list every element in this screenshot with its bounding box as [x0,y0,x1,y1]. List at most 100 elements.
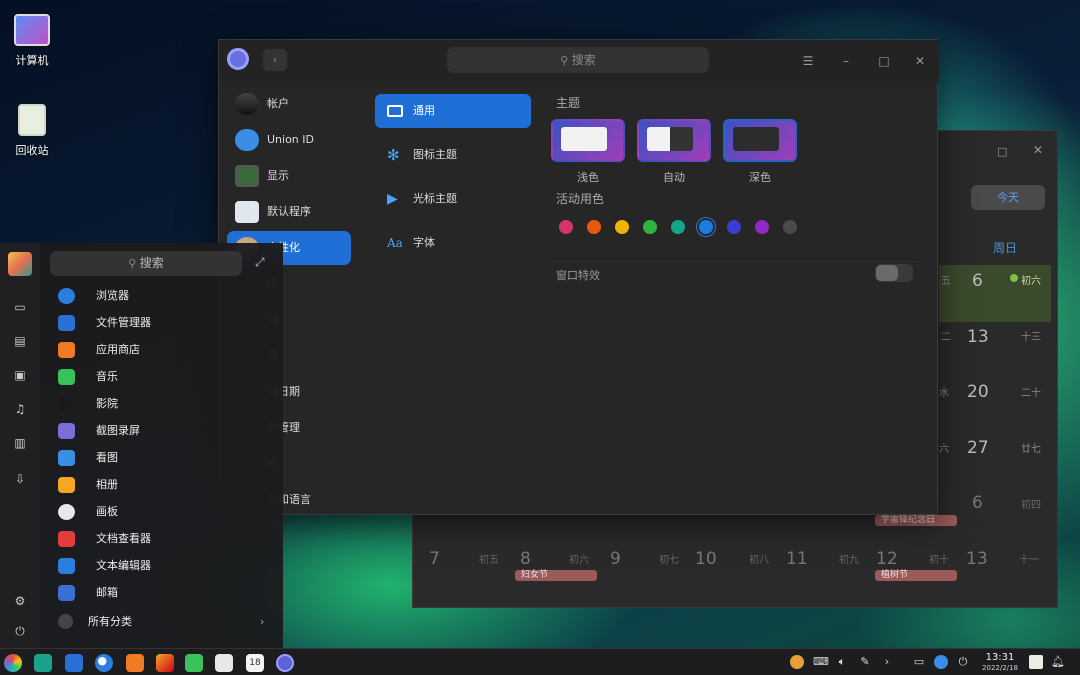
nav-item-display[interactable]: 显示 [227,159,351,193]
close-button[interactable]: ✕ [911,52,929,70]
app-item[interactable]: 应用商店 [58,339,268,361]
computer-icon [14,14,50,46]
user-avatar[interactable] [8,252,32,276]
nav-item-union-id[interactable]: Union ID [227,123,351,157]
network-icon[interactable] [934,655,948,669]
volume-icon[interactable]: 🔈︎ [835,655,849,669]
music-icon[interactable] [185,654,203,672]
menu-button[interactable]: ☰ [799,52,817,70]
accent-swatch[interactable] [727,220,741,234]
theme-option-light[interactable] [551,119,625,162]
desktop-icon-computer[interactable]: 计算机 [0,14,67,68]
power-icon[interactable]: ⏻ [12,623,28,639]
computer-icon[interactable]: ▭ [12,299,28,315]
accent-swatch[interactable] [699,220,713,234]
expand-icon[interactable]: ⤢ [255,255,269,269]
day-number[interactable]: 11 [786,549,808,569]
minimize-button[interactable]: – [837,52,855,70]
accent-swatch[interactable] [755,220,769,234]
day-number[interactable]: 7 [429,549,440,569]
theme-option-auto[interactable] [637,119,711,162]
day-number[interactable]: 13 [967,327,989,347]
browser-icon[interactable] [95,654,113,672]
settings-search-input[interactable]: ⚲ 搜索 [447,47,709,73]
calendar-close-button[interactable]: ✕ [1033,143,1049,159]
day-number[interactable]: 12 [876,549,898,569]
accent-swatch[interactable] [783,220,797,234]
clock[interactable]: 13:31 2022/2/18 [981,652,1019,673]
desktop-icon-trash[interactable]: 回收站 [0,104,67,158]
calendar-maximize-button[interactable]: □ [997,145,1013,161]
day-number[interactable]: 20 [967,382,989,402]
settings-titlebar: ‹ ⚲ 搜索 ☰ – □ ✕ [219,40,939,82]
keyboard-icon[interactable]: ⌨ [813,655,829,669]
nav-item-default-apps[interactable]: 默认程序 [227,195,351,229]
multitask-icon[interactable] [34,654,52,672]
app-store-icon [58,342,75,358]
accent-swatch[interactable] [587,220,601,234]
effects-toggle[interactable] [875,264,913,282]
day-number[interactable]: 8 [520,549,531,569]
subnav-cursor-theme[interactable]: ▶ 光标主题 [375,182,531,216]
tray-app-icon[interactable] [790,655,804,669]
power-icon[interactable]: ⏻ [956,655,970,669]
cursor-theme-icon: ▶ [387,191,398,207]
calendar-icon[interactable]: 18 [246,654,264,672]
accent-swatch[interactable] [671,220,685,234]
keyboard-layout-icon[interactable]: ▭ [912,655,926,669]
trash-icon [18,104,46,136]
font-icon: Aa [387,236,403,250]
app-item[interactable]: 画板 [58,501,268,523]
subnav-font[interactable]: Aa 字体 [375,226,531,260]
subnav-icon-theme[interactable]: ✻ 图标主题 [375,138,531,172]
weekday-cell: 六 [939,444,949,455]
calendar-today-button[interactable]: 今天 [971,185,1045,210]
day-number[interactable]: 13 [966,549,988,569]
app-item[interactable]: 截图录屏 [58,420,268,442]
app-item[interactable]: 相册 [58,474,268,496]
accent-swatch[interactable] [615,220,629,234]
day-number[interactable]: 27 [967,438,989,458]
pen-icon[interactable]: ✎ [858,655,872,669]
nav-item-account[interactable]: 帐户 [227,87,351,121]
app-item[interactable]: 浏览器 [58,285,268,307]
video-icon[interactable]: ▥ [12,435,28,451]
day-number[interactable]: 10 [695,549,717,569]
accent-swatch[interactable] [643,220,657,234]
settings-app-icon[interactable] [276,654,294,672]
document-icon[interactable]: ▤ [12,333,28,349]
day-number[interactable]: 6 [972,493,983,513]
theme-option-dark[interactable] [723,119,797,162]
notification-bell-icon[interactable]: 🔔︎ [1051,655,1065,669]
album-icon[interactable] [156,654,174,672]
app-item[interactable]: 影院 [58,393,268,415]
launcher-search-input[interactable]: ⚲ 搜索 [50,251,242,276]
screenshot-icon [58,423,75,439]
picture-icon[interactable]: ▣ [12,367,28,383]
maximize-button[interactable]: □ [875,52,893,70]
festival-label: 学雷锋纪念日 [875,515,957,526]
day-number[interactable]: 9 [610,549,621,569]
app-item[interactable]: 文本编辑器 [58,555,268,577]
lunar-label: 初七 [659,555,679,566]
accent-swatch[interactable] [559,220,573,234]
settings-gear-icon[interactable]: ⚙ [12,593,28,609]
chevron-right-icon[interactable]: › [880,655,894,669]
document-icon[interactable] [215,654,233,672]
app-item[interactable]: 音乐 [58,366,268,388]
app-item[interactable]: 文件管理器 [58,312,268,334]
day-number[interactable]: 6 [972,271,983,291]
app-store-icon[interactable] [126,654,144,672]
app-item[interactable]: 邮箱 [58,582,268,604]
download-icon[interactable]: ⇩ [12,471,28,487]
music-note-icon[interactable]: ♫ [12,401,28,417]
app-item[interactable]: 文档查看器 [58,528,268,550]
subnav-general[interactable]: 通用 [375,94,531,128]
launcher-icon[interactable] [4,654,22,672]
file-manager-icon[interactable] [65,654,83,672]
trash-icon[interactable] [1029,655,1043,669]
back-button[interactable]: ‹ [263,49,287,71]
app-item[interactable]: 看图 [58,447,268,469]
clock-date: 2022/2/18 [982,664,1018,672]
all-categories[interactable]: 所有分类 › [58,611,268,633]
